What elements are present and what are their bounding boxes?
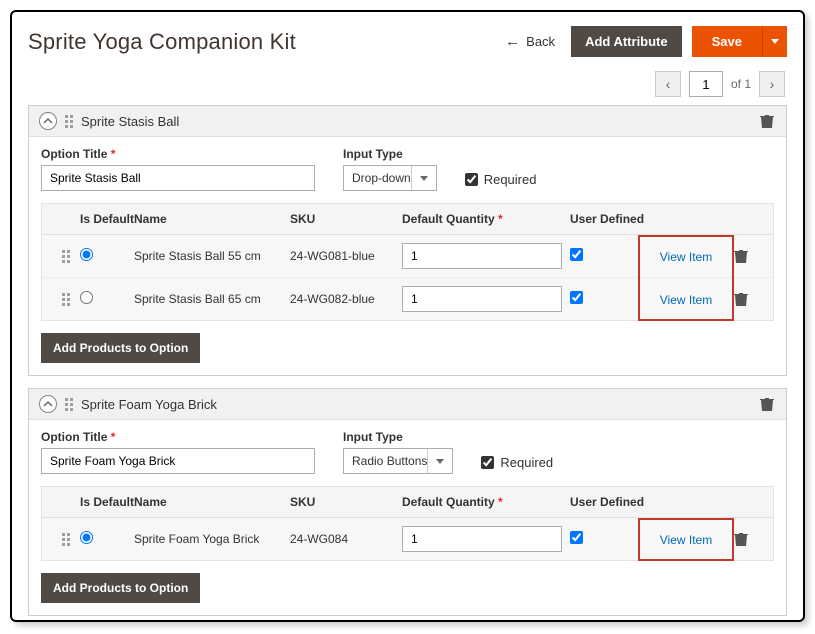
add-products-button[interactable]: Add Products to Option bbox=[41, 573, 200, 603]
input-type-label: Input Type bbox=[343, 430, 453, 444]
required-label: Required bbox=[500, 455, 553, 470]
col-name: Name bbox=[134, 212, 290, 226]
save-button[interactable]: Save bbox=[692, 26, 762, 57]
back-label: Back bbox=[526, 34, 555, 49]
delete-option-button[interactable] bbox=[760, 396, 776, 412]
option-panel: Sprite Foam Yoga Brick Option Title Inpu… bbox=[28, 388, 787, 616]
view-item-link[interactable]: View Item bbox=[660, 250, 712, 264]
product-sku: 24-WG084 bbox=[290, 532, 402, 546]
delete-row-button[interactable] bbox=[734, 291, 750, 307]
chevron-up-icon bbox=[43, 116, 53, 126]
col-user-defined: User Defined bbox=[570, 212, 646, 226]
delete-row-button[interactable] bbox=[734, 248, 750, 264]
col-default-qty: Default Quantity bbox=[402, 495, 570, 509]
user-defined-checkbox[interactable] bbox=[570, 291, 583, 304]
product-row: Sprite Stasis Ball 65 cm 24-WG082-blue V… bbox=[42, 277, 773, 320]
drag-handle-icon[interactable] bbox=[62, 533, 70, 546]
required-checkbox[interactable]: Required bbox=[465, 172, 537, 187]
product-sku: 24-WG082-blue bbox=[290, 292, 402, 306]
chevron-down-icon bbox=[420, 176, 428, 181]
trash-icon bbox=[734, 248, 748, 264]
user-defined-checkbox[interactable] bbox=[570, 531, 583, 544]
required-checkbox[interactable]: Required bbox=[481, 455, 553, 470]
product-row: Sprite Foam Yoga Brick 24-WG084 View Ite… bbox=[42, 518, 773, 560]
add-attribute-button[interactable]: Add Attribute bbox=[571, 26, 682, 57]
collapse-toggle[interactable] bbox=[39, 395, 57, 413]
collapse-toggle[interactable] bbox=[39, 112, 57, 130]
pager-current-input[interactable] bbox=[689, 71, 723, 97]
panel-title: Sprite Stasis Ball bbox=[81, 114, 179, 129]
col-sku: SKU bbox=[290, 495, 402, 509]
save-dropdown-toggle[interactable] bbox=[762, 26, 787, 57]
input-type-label: Input Type bbox=[343, 147, 437, 161]
required-label: Required bbox=[484, 172, 537, 187]
col-sku: SKU bbox=[290, 212, 402, 226]
add-products-button[interactable]: Add Products to Option bbox=[41, 333, 200, 363]
default-qty-input[interactable] bbox=[402, 286, 562, 312]
delete-row-button[interactable] bbox=[734, 531, 750, 547]
input-type-select[interactable]: Radio Buttons bbox=[343, 448, 453, 474]
col-default-qty: Default Quantity bbox=[402, 212, 570, 226]
col-name: Name bbox=[134, 495, 290, 509]
trash-icon bbox=[734, 291, 748, 307]
product-row: Sprite Stasis Ball 55 cm 24-WG081-blue V… bbox=[42, 235, 773, 277]
drag-handle-icon[interactable] bbox=[62, 293, 70, 306]
input-type-value: Radio Buttons bbox=[352, 454, 427, 468]
chevron-down-icon bbox=[436, 459, 444, 464]
option-title-label: Option Title bbox=[41, 147, 315, 161]
pager-of-label: of 1 bbox=[731, 77, 751, 91]
pager-prev-button[interactable]: ‹ bbox=[655, 71, 681, 97]
default-qty-input[interactable] bbox=[402, 526, 562, 552]
is-default-radio[interactable] bbox=[80, 291, 93, 304]
drag-handle-icon[interactable] bbox=[65, 398, 73, 411]
page-title: Sprite Yoga Companion Kit bbox=[28, 29, 296, 55]
default-qty-input[interactable] bbox=[402, 243, 562, 269]
required-checkbox-input[interactable] bbox=[465, 173, 478, 186]
view-item-link[interactable]: View Item bbox=[660, 293, 712, 307]
drag-handle-icon[interactable] bbox=[62, 250, 70, 263]
trash-icon bbox=[734, 531, 748, 547]
product-name: Sprite Stasis Ball 65 cm bbox=[134, 292, 290, 306]
input-type-select[interactable]: Drop-down bbox=[343, 165, 437, 191]
panel-title: Sprite Foam Yoga Brick bbox=[81, 397, 217, 412]
trash-icon bbox=[760, 113, 774, 129]
trash-icon bbox=[760, 396, 774, 412]
pager-next-button[interactable]: › bbox=[759, 71, 785, 97]
product-name: Sprite Foam Yoga Brick bbox=[134, 532, 290, 546]
col-is-default: Is Default bbox=[80, 212, 134, 226]
input-type-value: Drop-down bbox=[352, 171, 411, 185]
option-panel: Sprite Stasis Ball Option Title Input Ty… bbox=[28, 105, 787, 376]
chevron-down-icon bbox=[771, 39, 779, 44]
chevron-up-icon bbox=[43, 399, 53, 409]
is-default-radio[interactable] bbox=[80, 248, 93, 261]
col-user-defined: User Defined bbox=[570, 495, 646, 509]
user-defined-checkbox[interactable] bbox=[570, 248, 583, 261]
drag-handle-icon[interactable] bbox=[65, 115, 73, 128]
product-name: Sprite Stasis Ball 55 cm bbox=[134, 249, 290, 263]
product-sku: 24-WG081-blue bbox=[290, 249, 402, 263]
back-arrow-icon: ← bbox=[505, 33, 520, 50]
view-item-link[interactable]: View Item bbox=[660, 533, 712, 547]
option-title-input[interactable] bbox=[41, 165, 315, 191]
delete-option-button[interactable] bbox=[760, 113, 776, 129]
col-is-default: Is Default bbox=[80, 495, 134, 509]
is-default-radio[interactable] bbox=[80, 531, 93, 544]
option-title-label: Option Title bbox=[41, 430, 315, 444]
option-title-input[interactable] bbox=[41, 448, 315, 474]
back-button[interactable]: ← Back bbox=[499, 29, 561, 54]
required-checkbox-input[interactable] bbox=[481, 456, 494, 469]
